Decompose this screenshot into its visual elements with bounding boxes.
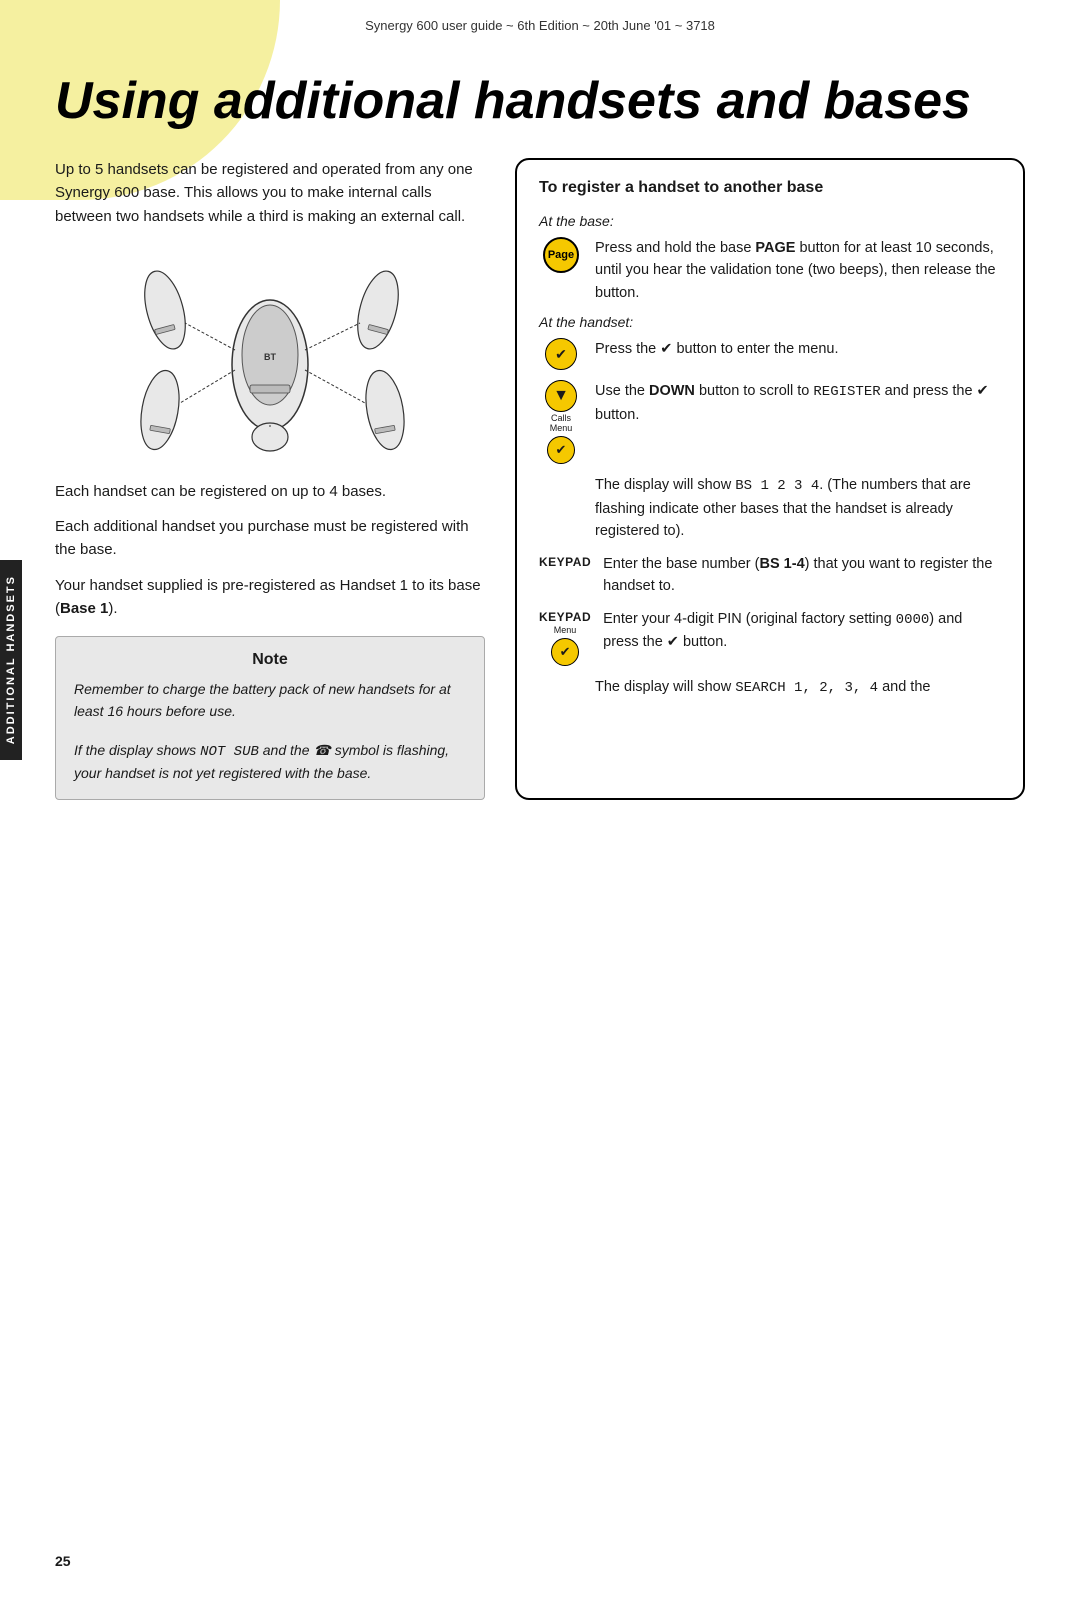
two-column-layout: Up to 5 handsets can be registered and o… — [55, 158, 1025, 800]
step-display-bs: The display will show BS 1 2 3 4. (The n… — [539, 474, 1001, 543]
keypad-pin-check-icon: ✔ — [551, 638, 579, 666]
below-diagram-p3: Your handset supplied is pre-registered … — [55, 574, 485, 621]
register-title: To register a handset to another base — [539, 178, 1001, 199]
note-title: Note — [74, 651, 466, 669]
step-menu-check: ✔ Press the ✔ button to enter the menu. — [539, 338, 1001, 370]
handsets-svg: BT — [100, 255, 440, 455]
step-keypad-base: KEYPAD Enter the base number (BS 1-4) th… — [539, 553, 1001, 598]
below-diagram-p2: Each additional handset you purchase mus… — [55, 515, 485, 562]
page-number: 25 — [55, 1553, 71, 1569]
left-column: Up to 5 handsets can be registered and o… — [55, 158, 485, 800]
page-icon-label: Page — [548, 249, 574, 261]
page-header: Synergy 600 user guide ~ 6th Edition ~ 2… — [0, 0, 1080, 33]
side-tab-label: ADDITIONAL HANDSETS — [5, 575, 17, 744]
down-calls-icon-wrapper: ▼ CallsMenu ✔ — [539, 380, 583, 464]
step-page-text: Press and hold the base PAGE button for … — [595, 237, 1001, 304]
svg-text:BT: BT — [264, 352, 276, 362]
register-box: To register a handset to another base At… — [515, 158, 1025, 800]
step-down-register: ▼ CallsMenu ✔ Use the DOWN button to scr… — [539, 380, 1001, 464]
step-display-bs-text: The display will show BS 1 2 3 4. (The n… — [595, 474, 1001, 543]
at-base-label: At the base: — [539, 213, 1001, 229]
calls-menu-check-icon: ✔ — [547, 436, 575, 464]
below-diagram-text: Each handset can be registered on up to … — [55, 480, 485, 620]
keypad-base-label: KEYPAD — [539, 553, 591, 569]
at-handset-label: At the handset: — [539, 314, 1001, 330]
keypad-pin-label: KEYPAD — [539, 608, 591, 624]
step-keypad-pin-text: Enter your 4-digit PIN (original factory… — [603, 608, 1001, 654]
step-display-search: The display will show SEARCH 1, 2, 3, 4 … — [539, 676, 1001, 700]
at-base-section: At the base: Page Press and hold the bas… — [539, 213, 1001, 304]
intro-text: Up to 5 handsets can be registered and o… — [55, 158, 485, 228]
handsets-diagram: BT — [55, 250, 485, 460]
step-down-text: Use the DOWN button to scroll to REGISTE… — [595, 380, 1001, 426]
note-para-2: If the display shows NOT SUB and the ☎ s… — [74, 740, 466, 785]
note-para-1: Remember to charge the battery pack of n… — [74, 679, 466, 722]
page-title: Using additional handsets and bases — [55, 73, 1025, 130]
keypad-pin-icon-wrapper: KEYPAD Menu ✔ — [539, 608, 591, 666]
below-diagram-p1: Each handset can be registered on up to … — [55, 480, 485, 503]
step-keypad-pin: KEYPAD Menu ✔ Enter your 4-digit PIN (or… — [539, 608, 1001, 666]
page-button-icon: Page — [539, 237, 583, 273]
calls-menu-label: CallsMenu — [550, 414, 573, 434]
side-tab: ADDITIONAL HANDSETS — [0, 560, 22, 760]
step-keypad-base-text: Enter the base number (BS 1-4) that you … — [603, 553, 1001, 598]
down-arrow-icon: ▼ — [545, 380, 577, 412]
step-page-button: Page Press and hold the base PAGE button… — [539, 237, 1001, 304]
page-icon: Page — [543, 237, 579, 273]
menu-check-icon-wrapper: ✔ — [539, 338, 583, 370]
at-handset-section: At the handset: ✔ Press the ✔ button to … — [539, 314, 1001, 699]
step-display-search-text: The display will show SEARCH 1, 2, 3, 4 … — [595, 676, 1001, 700]
header-text: Synergy 600 user guide ~ 6th Edition ~ 2… — [365, 18, 715, 33]
note-box: Note Remember to charge the battery pack… — [55, 636, 485, 800]
step-menu-text: Press the ✔ button to enter the menu. — [595, 338, 1001, 360]
keypad-pin-menu-label: Menu — [554, 626, 577, 636]
checkmark-symbol: ✔ — [555, 346, 567, 363]
keypad-base-icon-wrapper: KEYPAD — [539, 553, 591, 569]
menu-check-icon: ✔ — [545, 338, 577, 370]
keypad-menu-icon: KEYPAD Menu ✔ — [539, 608, 591, 666]
down-calls-icon: ▼ CallsMenu ✔ — [545, 380, 577, 464]
